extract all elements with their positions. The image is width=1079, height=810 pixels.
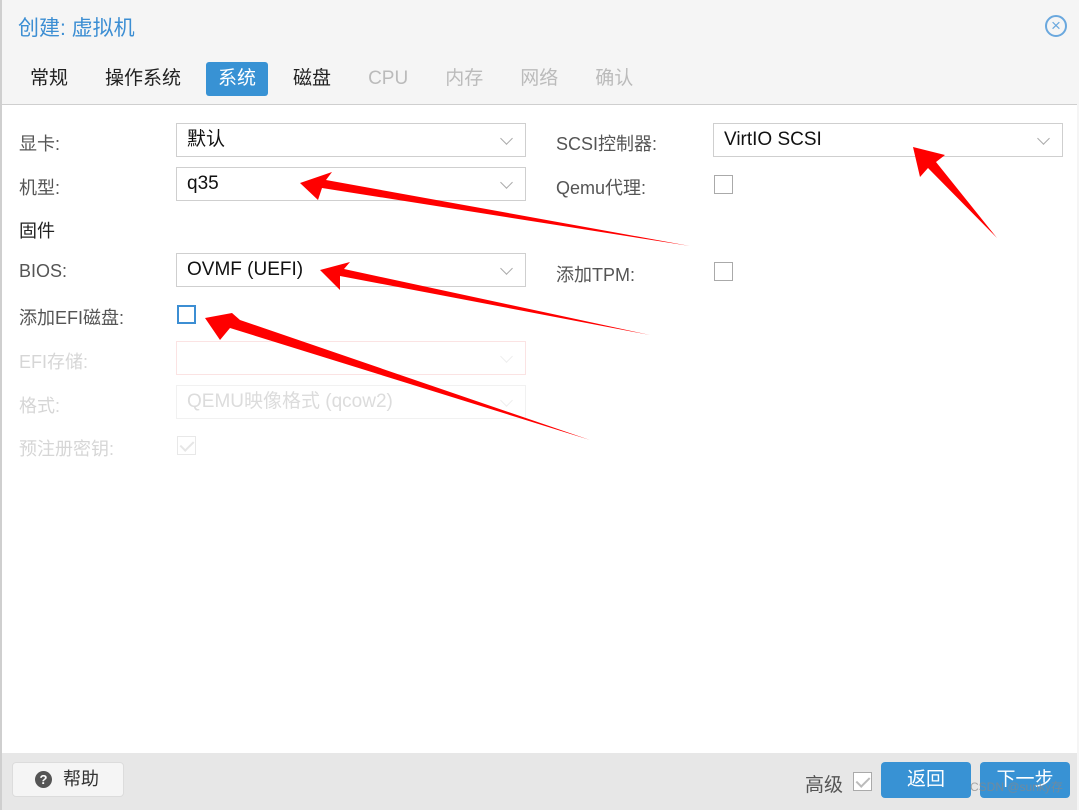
bios-label: BIOS: (19, 261, 68, 281)
tab-network: 网络 (520, 68, 559, 89)
wizard-tabs: 常规 操作系统 系统 磁盘 CPU 内存 网络 确认 (18, 62, 658, 96)
tab-general[interactable]: 常规 (18, 62, 80, 96)
checkmark-icon (179, 437, 195, 452)
efi-storage-select (176, 341, 526, 375)
back-button[interactable]: 返回 (881, 762, 971, 798)
format-select: QEMU映像格式 (qcow2) (176, 385, 526, 419)
machine-label: 机型: (19, 178, 61, 198)
tab-cpu: CPU (368, 68, 409, 89)
system-form-panel: 显卡: 默认 机型: q35 固件 BIOS: OVMF (UEFI) 添加EF… (2, 104, 1077, 754)
question-circle-icon: ? (35, 771, 52, 788)
chevron-down-icon (500, 394, 513, 407)
scsi-value: VirtIO SCSI (724, 129, 822, 150)
scsi-select[interactable]: VirtIO SCSI (713, 123, 1063, 157)
pre-enroll-checkbox (177, 436, 196, 455)
tab-system[interactable]: 系统 (206, 62, 269, 96)
qemu-agent-label: Qemu代理: (556, 178, 647, 198)
format-value: QEMU映像格式 (qcow2) (187, 391, 393, 412)
chevron-down-icon (1037, 132, 1050, 145)
firmware-heading: 固件 (19, 221, 55, 241)
close-icon[interactable]: × (1045, 15, 1067, 37)
qemu-agent-checkbox[interactable] (714, 175, 733, 194)
graphics-value: 默认 (187, 129, 226, 150)
bios-select[interactable]: OVMF (UEFI) (176, 253, 526, 287)
machine-value: q35 (187, 173, 219, 194)
bios-value: OVMF (UEFI) (187, 259, 304, 280)
chevron-down-icon (500, 176, 513, 189)
graphics-select[interactable]: 默认 (176, 123, 526, 157)
add-efi-checkbox[interactable] (177, 305, 196, 324)
watermark: CSDN @sunky存 (970, 780, 1063, 794)
machine-select[interactable]: q35 (176, 167, 526, 201)
advanced-label: 高级 (805, 775, 844, 796)
advanced-checkbox[interactable] (853, 772, 872, 791)
tab-confirm: 确认 (595, 68, 634, 89)
pre-enroll-label: 预注册密钥: (19, 439, 115, 459)
scsi-label: SCSI控制器: (556, 134, 658, 154)
help-button[interactable]: ? 帮助 (12, 762, 124, 797)
format-label: 格式: (19, 396, 61, 416)
tab-disks[interactable]: 磁盘 (281, 62, 343, 96)
help-label: 帮助 (63, 769, 99, 789)
tab-os[interactable]: 操作系统 (93, 62, 193, 96)
chevron-down-icon (500, 262, 513, 275)
checkmark-icon (855, 773, 871, 788)
add-tpm-checkbox[interactable] (714, 262, 733, 281)
tab-memory: 内存 (445, 68, 484, 89)
graphics-label: 显卡: (19, 134, 61, 154)
add-efi-label: 添加EFI磁盘: (19, 308, 125, 328)
chevron-down-icon (500, 350, 513, 363)
dialog-title: 创建: 虚拟机 (18, 17, 135, 40)
chevron-down-icon (500, 132, 513, 145)
efi-storage-label: EFI存储: (19, 352, 89, 372)
dialog-footer: ? 帮助 高级 返回 下一步 (2, 753, 1077, 810)
add-tpm-label: 添加TPM: (556, 265, 635, 285)
